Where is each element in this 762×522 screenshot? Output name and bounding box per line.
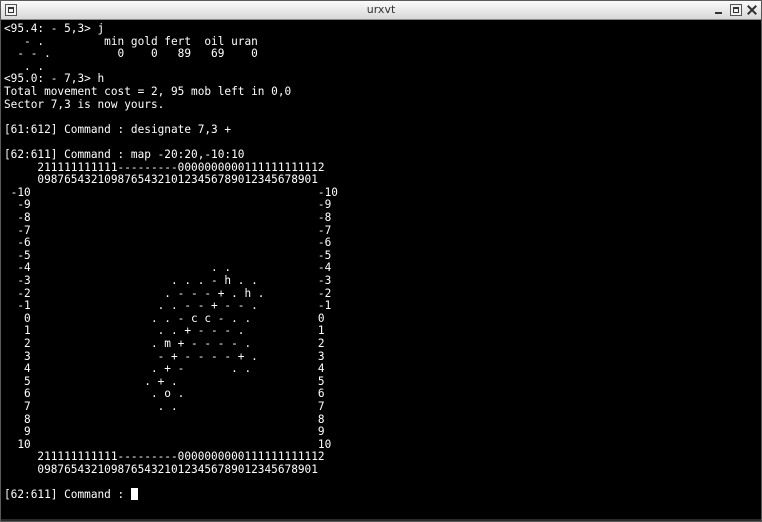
terminal-line: 6 . o . 6 — [4, 387, 325, 401]
maximize-icon[interactable] — [730, 4, 742, 16]
window-title: urxvt — [366, 3, 396, 16]
terminal-line: - - . 0 0 89 69 0 — [4, 47, 258, 61]
terminal-line: -6 -6 — [4, 236, 332, 250]
terminal-line: -2 . - - - + . h . -2 — [4, 286, 332, 300]
terminal-line: 10 10 — [4, 437, 332, 451]
terminal-line: <95.4: - 5,3> j — [4, 22, 105, 35]
terminal-line: 0987654321098765432101234567890123456789… — [4, 463, 318, 476]
terminal-line: 8 8 — [4, 412, 325, 426]
terminal-line: -1 . . - - + - - . -1 — [4, 299, 332, 313]
terminal-line: 7 . . 7 — [4, 400, 325, 413]
terminal-line: 0987654321098765432101234567890123456789… — [4, 173, 318, 187]
terminal-line: 2 . m + - - - - . 2 — [4, 337, 325, 350]
terminal-line: -5 -5 — [4, 248, 332, 262]
terminal-line: -9 -9 — [4, 198, 332, 212]
terminal-line: -8 -8 — [4, 211, 332, 224]
text-cursor — [130, 488, 138, 501]
window-bottom-border — [1, 519, 761, 521]
terminal-line: 9 9 — [4, 425, 325, 439]
terminal-line: [62:611] Command : map -20:20,-10:10 — [4, 148, 245, 161]
terminal-line: 211111111111---------0000000000111111111… — [4, 450, 325, 464]
terminal-line: 0 . . - c c - . . 0 — [4, 311, 325, 325]
terminal-line: - . min gold fert oil uran — [4, 34, 258, 48]
terminal-line: Total movement cost = 2, 95 mob left in … — [4, 85, 292, 98]
terminal-line: 1 . . + - - - . 1 — [4, 324, 325, 338]
terminal-line: . . — [4, 59, 45, 73]
terminal-line: -4 . . -4 — [4, 261, 332, 275]
terminal-line: -3 . . . - h . . -3 — [4, 274, 332, 287]
close-icon[interactable] — [746, 4, 758, 16]
title-bar[interactable]: urxvt — [1, 1, 761, 20]
terminal-line: 4 . + - . . 4 — [4, 362, 325, 376]
terminal-line: Sector 7,3 is now yours. — [4, 97, 165, 111]
terminal-output[interactable]: <95.4: - 5,3> j - . min gold fert oil ur… — [4, 22, 759, 519]
terminal-line: [62:611] Command : — [4, 488, 138, 501]
terminal-line: -7 -7 — [4, 223, 332, 237]
terminal-window: urxvt <95.4: - 5,3> j - . min gold fert … — [0, 0, 762, 522]
terminal-line: 5 . + . 5 — [4, 374, 325, 388]
terminal-line: 3 - + - - - - + . 3 — [4, 349, 325, 363]
terminal-line: [61:612] Command : designate 7,3 + — [4, 122, 232, 136]
terminal-line: <95.0: - 7,3> h — [4, 72, 105, 86]
terminal-line: 211111111111---------0000000000111111111… — [4, 160, 325, 174]
terminal-line: -10 -10 — [4, 185, 338, 199]
minimize-icon[interactable] — [713, 4, 725, 16]
